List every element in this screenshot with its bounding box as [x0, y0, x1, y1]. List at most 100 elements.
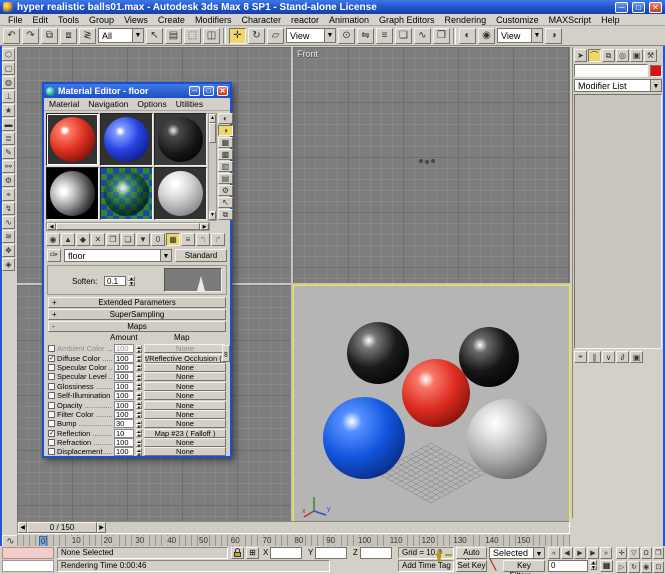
play-button[interactable]: ▶ — [574, 547, 586, 559]
tab-create[interactable]: ➤ — [574, 49, 587, 62]
material-id-channel-icon[interactable]: 0 — [151, 233, 165, 246]
map-slot-button[interactable]: t/Reflective Occlusion (base) ) — [144, 354, 226, 363]
pan-icon[interactable]: ↻ — [628, 561, 639, 573]
min-max-toggle-icon[interactable]: ⊡ — [653, 561, 664, 573]
select-and-move-icon[interactable]: ✛ — [229, 28, 246, 44]
configure-modifier-sets-icon[interactable]: ▣ — [630, 351, 643, 363]
selection-lock-icon[interactable] — [231, 547, 244, 559]
curve-editor-icon[interactable]: ∿ — [414, 28, 431, 44]
undo-icon[interactable]: ↶ — [3, 28, 20, 44]
window-crossing-icon[interactable]: ◫ — [203, 28, 220, 44]
time-slider[interactable]: ◀ 0 / 150 ▶ — [17, 521, 570, 534]
tool-plumb-icon[interactable]: ⊥ — [2, 90, 15, 103]
sample-uv-tiling-icon[interactable]: ▩ — [218, 149, 233, 160]
previous-frame-button[interactable]: ◀ — [561, 547, 573, 559]
go-to-parent-icon[interactable]: ↰ — [196, 233, 210, 246]
menu-item[interactable]: Group — [85, 15, 118, 25]
set-key-mode-icon[interactable]: ╲ — [490, 560, 496, 571]
material-type-button[interactable]: Standard — [175, 249, 227, 262]
schematic-view-icon[interactable]: ❒ — [433, 28, 450, 44]
amount-spinner[interactable]: ▲▼ — [136, 401, 142, 409]
map-amount-field[interactable]: 100 — [114, 447, 134, 456]
pick-material-eyedropper-icon[interactable]: ✑ — [47, 249, 61, 262]
amount-spinner[interactable]: ▲▼ — [136, 363, 142, 371]
tab-motion[interactable]: ◎ — [616, 49, 629, 62]
time-slider-handle[interactable]: 0 / 150 — [27, 522, 97, 533]
next-frame-button[interactable]: ▶ — [587, 547, 599, 559]
material-map-navigator-icon[interactable]: ⧉ — [218, 209, 233, 220]
tool-plane-icon[interactable]: ▢ — [2, 62, 15, 75]
map-slot-button[interactable]: None — [144, 372, 226, 381]
zoom-all-icon[interactable]: ▽ — [628, 547, 639, 559]
menu-item[interactable]: Utilities — [176, 99, 203, 109]
map-slot-button[interactable]: None — [144, 401, 226, 410]
soften-spinner[interactable]: ▲▼ — [128, 276, 135, 286]
black-ball-left[interactable] — [347, 322, 409, 384]
manipulate-icon[interactable]: ⊙ — [338, 28, 355, 44]
key-filters-button[interactable]: Key Filters... — [503, 560, 545, 572]
sample-slot-checker[interactable] — [100, 167, 153, 220]
go-forward-to-sibling-icon[interactable]: ↱ — [211, 233, 225, 246]
selection-filter-combo[interactable]: All▼ — [98, 28, 144, 43]
map-slot-button[interactable]: None — [144, 344, 226, 353]
scene-object-dot[interactable] — [431, 159, 435, 163]
map-amount-field[interactable]: 30 — [114, 419, 134, 428]
amount-spinner[interactable]: ▲▼ — [136, 354, 142, 362]
red-ball[interactable] — [402, 359, 470, 427]
menu-item[interactable]: Graph Editors — [375, 15, 439, 25]
z-coordinate-field[interactable] — [360, 547, 392, 559]
assign-material-to-selection-icon[interactable]: ◆ — [76, 233, 90, 246]
map-checkbox[interactable] — [48, 392, 55, 399]
get-material-icon[interactable]: ◉ — [46, 233, 60, 246]
remove-modifier-icon[interactable]: ∂ — [616, 351, 629, 363]
scrollbar-thumb[interactable] — [56, 223, 200, 230]
material-options-icon[interactable]: ⚙ — [218, 185, 233, 196]
put-material-to-scene-icon[interactable]: ▲ — [61, 233, 75, 246]
map-slot-button[interactable]: None — [144, 363, 226, 372]
scroll-left-icon[interactable]: ◀ — [47, 223, 56, 230]
absolute-offset-toggle-icon[interactable]: ⊞ — [246, 547, 259, 559]
menu-item[interactable]: Material — [49, 99, 79, 109]
map-slot-button[interactable]: None — [144, 419, 226, 428]
menu-item[interactable]: Navigation — [88, 99, 128, 109]
menu-item[interactable]: Help — [597, 15, 624, 25]
amount-spinner[interactable]: ▲▼ — [136, 420, 142, 428]
put-to-library-icon[interactable]: ▼ — [136, 233, 150, 246]
menu-item[interactable]: Views — [120, 15, 152, 25]
tool-link-icon[interactable]: ⚯ — [2, 160, 15, 173]
tool-stack-icon[interactable]: ≣ — [2, 132, 15, 145]
front-viewport[interactable]: Front — [293, 47, 570, 283]
background-icon[interactable]: ▦ — [218, 137, 233, 148]
select-and-scale-icon[interactable]: ▱ — [267, 28, 284, 44]
menu-item[interactable]: File — [4, 15, 27, 25]
object-name-field[interactable] — [574, 64, 648, 77]
map-checkbox[interactable] — [48, 411, 55, 418]
map-slot-button[interactable]: Map #23 ( Falloff ) — [144, 429, 226, 438]
map-amount-field[interactable]: 100 — [114, 363, 134, 372]
backlight-icon[interactable]: ◑ — [218, 125, 233, 136]
time-slider-next-button[interactable]: ▶ — [97, 522, 106, 533]
rollout-bar[interactable]: -Maps — [48, 321, 226, 332]
chevron-down-icon[interactable]: ▼ — [160, 250, 171, 261]
selection-mode-combo[interactable]: Selected▼ — [489, 547, 545, 559]
sample-slot-black[interactable] — [154, 113, 207, 166]
material-editor-icon[interactable]: ◐ — [459, 28, 476, 44]
close-button[interactable]: ✕ — [649, 2, 662, 13]
menu-item[interactable]: Character — [237, 15, 285, 25]
map-slot-button[interactable]: None — [144, 438, 226, 447]
time-slider-prev-button[interactable]: ◀ — [18, 522, 27, 533]
menu-item[interactable]: Edit — [29, 15, 53, 25]
unlink-selection-icon[interactable]: ⧈ — [60, 28, 77, 44]
minimize-button[interactable]: ─ — [615, 2, 628, 13]
maxscript-mini-listener-pink[interactable] — [2, 547, 54, 559]
object-color-swatch[interactable] — [650, 65, 662, 77]
map-slot-button[interactable]: None — [144, 410, 226, 419]
map-amount-field[interactable]: 100 — [114, 354, 134, 363]
map-amount-field[interactable]: 100 — [114, 410, 134, 419]
scene-object-dot[interactable] — [425, 160, 429, 164]
modifier-stack-list[interactable] — [574, 94, 662, 349]
tool-target-icon[interactable]: ⌖ — [2, 188, 15, 201]
go-to-start-button[interactable]: « — [548, 547, 560, 559]
make-unique-icon[interactable]: ❏ — [121, 233, 135, 246]
menu-item[interactable]: Options — [137, 99, 166, 109]
